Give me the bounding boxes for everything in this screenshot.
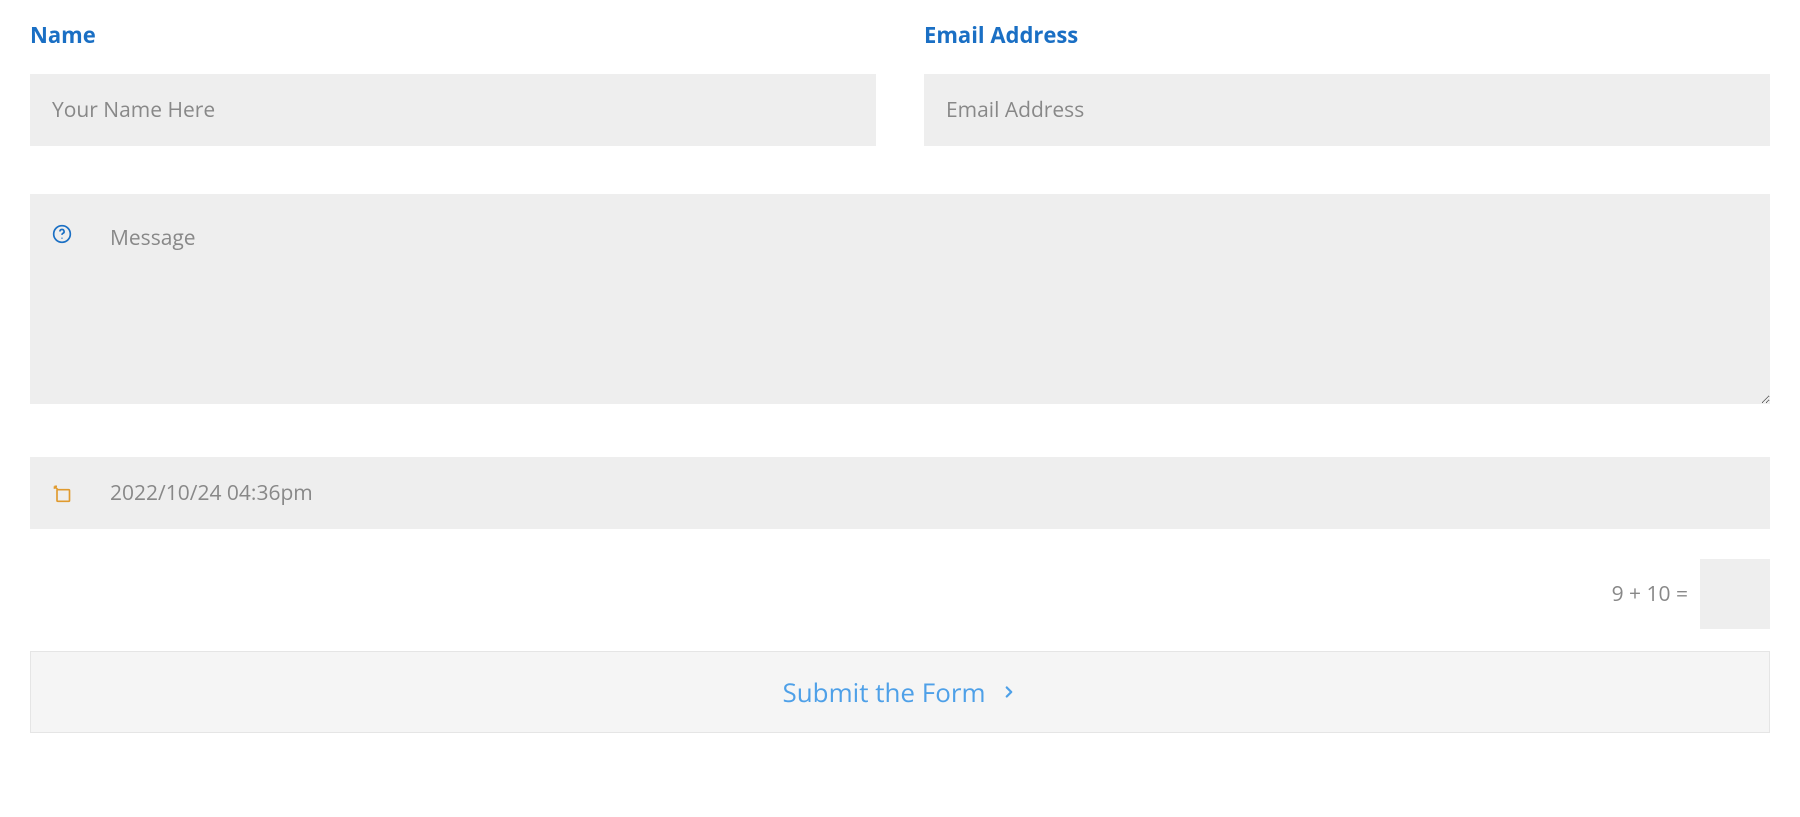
chevron-right-icon <box>1000 683 1018 701</box>
message-field-group <box>30 194 1770 409</box>
datetime-input[interactable] <box>30 457 1770 529</box>
captcha-input[interactable] <box>1700 559 1770 629</box>
captcha-row: 9 + 10 = <box>30 559 1770 629</box>
name-input[interactable] <box>30 74 876 146</box>
datetime-field-group <box>30 457 1770 529</box>
message-textarea[interactable] <box>30 194 1770 404</box>
email-label: Email Address <box>924 20 1770 50</box>
name-label: Name <box>30 20 876 50</box>
email-field-group: Email Address <box>924 20 1770 146</box>
captcha-question: 9 + 10 = <box>1612 580 1688 608</box>
name-field-group: Name <box>30 20 876 146</box>
submit-button-label: Submit the Form <box>782 674 985 710</box>
contact-form: Name Email Address <box>30 20 1770 733</box>
form-row-top: Name Email Address <box>30 20 1770 146</box>
submit-button[interactable]: Submit the Form <box>30 651 1770 733</box>
email-input[interactable] <box>924 74 1770 146</box>
